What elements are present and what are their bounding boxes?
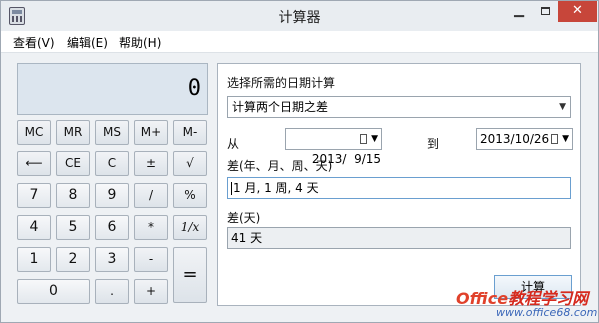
calc-mode-select[interactable]: 计算两个日期之差 ▼	[227, 96, 571, 118]
menu-bar: 查看(V) 编辑(E) 帮助(H)	[1, 31, 598, 53]
from-label: 从	[227, 137, 240, 151]
decimal-button[interactable]: .	[95, 279, 129, 304]
chevron-down-icon: ▼	[562, 134, 569, 144]
divide-button[interactable]: /	[134, 183, 168, 208]
calendar-icon	[551, 134, 558, 144]
digit-3-button[interactable]: 3	[95, 247, 129, 272]
ms-button[interactable]: MS	[95, 120, 129, 145]
from-date-picker[interactable]: 2013/ 9/15 ▼	[285, 128, 382, 166]
days-difference-label: 差(天)	[227, 211, 261, 225]
digit-1-button[interactable]: 1	[17, 247, 51, 272]
chevron-down-icon: ▼	[559, 102, 566, 112]
display-value: 0	[187, 76, 201, 101]
to-date-value: 2013/10/26	[480, 132, 550, 146]
multiply-button[interactable]: *	[134, 215, 168, 240]
maximize-icon	[540, 6, 550, 15]
close-button[interactable]: ✕	[558, 1, 597, 22]
digit-4-button[interactable]: 4	[17, 215, 51, 240]
plus-button[interactable]: +	[134, 279, 168, 304]
calc-mode-value: 计算两个日期之差	[232, 100, 329, 114]
difference-result-field[interactable]: 1 月, 1 周, 4 天	[227, 177, 571, 199]
date-calc-heading: 选择所需的日期计算	[227, 76, 336, 90]
difference-result-value: 1 月, 1 周, 4 天	[233, 181, 319, 195]
plus-minus-button[interactable]: ±	[134, 151, 168, 176]
calendar-icon	[360, 134, 367, 144]
days-result-field[interactable]: 41 天	[227, 227, 571, 249]
date-calculation-panel: 选择所需的日期计算 计算两个日期之差 ▼ 从 2013/ 9/15 ▼ 到 20…	[217, 63, 581, 306]
days-result-value: 41 天	[231, 231, 263, 245]
minimize-button[interactable]: ▁	[506, 1, 532, 22]
m-minus-button[interactable]: M-	[173, 120, 207, 145]
title-bar: 计算器 ▁ ✕	[1, 1, 598, 31]
to-date-picker[interactable]: 2013/10/26 ▼	[476, 128, 573, 150]
digit-0-button[interactable]: 0	[17, 279, 90, 304]
menu-view[interactable]: 查看(V)	[13, 34, 55, 51]
minus-button[interactable]: -	[134, 247, 168, 272]
digit-8-button[interactable]: 8	[56, 183, 90, 208]
equals-button[interactable]: =	[173, 247, 207, 303]
menu-edit[interactable]: 编辑(E)	[67, 34, 108, 51]
digit-9-button[interactable]: 9	[95, 183, 129, 208]
to-label: 到	[427, 137, 440, 151]
digit-6-button[interactable]: 6	[95, 215, 129, 240]
site-watermark: Office教程学习网 www.office68.com	[456, 285, 598, 322]
digit-2-button[interactable]: 2	[56, 247, 90, 272]
maximize-button[interactable]	[532, 1, 558, 22]
calculator-window: 计算器 ▁ ✕ 查看(V) 编辑(E) 帮助(H) 0 MC MR MS M+ …	[0, 0, 599, 323]
watermark-url: www.office68.com	[496, 306, 598, 319]
difference-label: 差(年、月、周、天)	[227, 159, 333, 173]
digit-7-button[interactable]: 7	[17, 183, 51, 208]
text-caret	[231, 182, 232, 195]
calculator-display: 0	[17, 63, 208, 115]
backspace-button[interactable]: ⟵	[17, 151, 51, 176]
mr-button[interactable]: MR	[56, 120, 90, 145]
mc-button[interactable]: MC	[17, 120, 51, 145]
clear-entry-button[interactable]: CE	[56, 151, 90, 176]
digit-5-button[interactable]: 5	[56, 215, 90, 240]
sqrt-button[interactable]: √	[173, 151, 207, 176]
percent-button[interactable]: %	[173, 183, 207, 208]
clear-button[interactable]: C	[95, 151, 129, 176]
chevron-down-icon: ▼	[371, 134, 378, 144]
m-plus-button[interactable]: M+	[134, 120, 168, 145]
menu-help[interactable]: 帮助(H)	[119, 34, 161, 51]
reciprocal-button[interactable]: 1/x	[173, 215, 207, 240]
